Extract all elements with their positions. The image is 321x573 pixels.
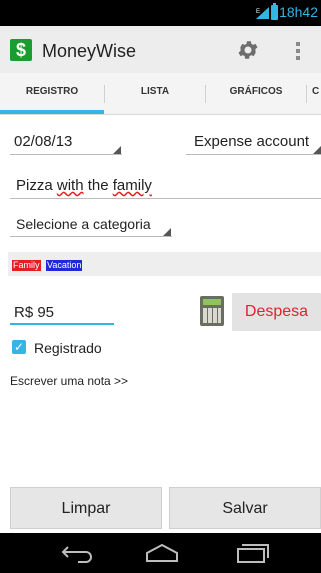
- description-spellcheck-word: with: [56, 177, 84, 194]
- date-field[interactable]: 02/08/13: [14, 133, 72, 150]
- description-input[interactable]: Pizza with the family: [16, 177, 152, 194]
- amount-input[interactable]: R$ 95: [14, 304, 54, 321]
- category-spinner-arrow-icon: [163, 228, 171, 236]
- action-bar: $ MoneyWise: [0, 26, 321, 73]
- svg-text:E: E: [256, 9, 260, 15]
- expense-type-button[interactable]: Despesa: [232, 293, 321, 331]
- tab-graficos[interactable]: GRÁFICOS: [206, 73, 306, 114]
- tab-registro[interactable]: REGISTRO: [0, 73, 104, 114]
- write-note-link[interactable]: Escrever uma nota >>: [10, 374, 128, 388]
- system-nav-bar: [0, 533, 321, 573]
- description-text: Pizza: [16, 177, 57, 194]
- tag-vacation[interactable]: Vacation: [46, 260, 83, 271]
- tab-lista[interactable]: LISTA: [105, 73, 205, 114]
- category-spinner[interactable]: Selecione a categoria: [16, 216, 151, 232]
- save-button[interactable]: Salvar: [169, 487, 321, 529]
- overflow-menu-icon[interactable]: [296, 42, 300, 60]
- tab-divider: [306, 85, 307, 103]
- app-logo-icon: $: [10, 39, 32, 61]
- amount-underline: [10, 323, 114, 325]
- description-text: the: [83, 177, 113, 194]
- account-spinner[interactable]: Expense account: [194, 133, 309, 150]
- description-underline: [10, 198, 321, 199]
- status-time: 18h42: [279, 4, 318, 20]
- tag-family[interactable]: Family: [12, 260, 41, 271]
- app-title: MoneyWise: [42, 41, 137, 61]
- status-bar: E 18h42: [0, 0, 321, 26]
- date-spinner-arrow-icon: [113, 146, 121, 154]
- recent-apps-icon[interactable]: [236, 543, 270, 563]
- settings-gear-icon[interactable]: [236, 38, 260, 62]
- signal-icon: E: [256, 7, 269, 19]
- tab-next-partial[interactable]: C: [312, 73, 321, 114]
- account-spinner-arrow-icon: [313, 146, 321, 154]
- description-spellcheck-word: family: [112, 177, 152, 194]
- home-icon[interactable]: [145, 543, 179, 563]
- registered-checkbox[interactable]: ✓: [12, 340, 26, 354]
- battery-icon: [271, 3, 278, 20]
- date-underline: [10, 154, 122, 155]
- category-underline: [10, 236, 172, 237]
- tags-bar[interactable]: Family Vacation: [8, 252, 321, 276]
- tab-bar: REGISTRO LISTA GRÁFICOS C: [0, 73, 321, 115]
- clear-button[interactable]: Limpar: [10, 487, 162, 529]
- registered-label: Registrado: [34, 340, 102, 356]
- back-icon[interactable]: [60, 543, 94, 563]
- calculator-icon[interactable]: [200, 296, 224, 326]
- account-underline: [186, 154, 321, 155]
